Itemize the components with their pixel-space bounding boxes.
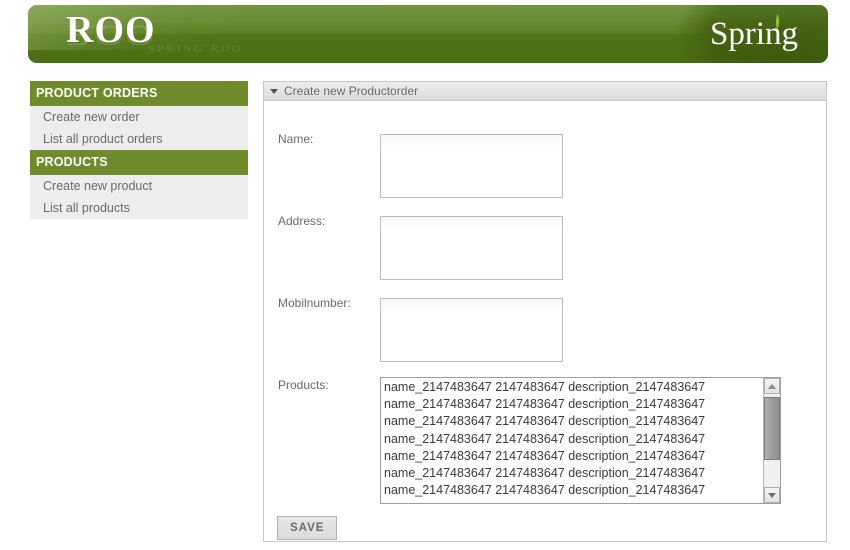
products-listbox[interactable]: name_2147483647 2147483647 description_2… [380,377,781,504]
products-scrollbar[interactable] [763,378,780,503]
list-item[interactable]: name_2147483647 2147483647 description_2… [384,465,763,482]
sidebar-section-product-orders-title: PRODUCT ORDERS [30,81,248,106]
panel-title: Create new Productorder [284,84,419,98]
list-item[interactable]: name_2147483647 2147483647 description_2… [384,482,763,499]
sidebar-item-create-new-order[interactable]: Create new order [30,106,248,128]
list-item[interactable]: name_2147483647 2147483647 description_2… [384,448,763,465]
sidebar-item-list-all-products[interactable]: List all products [30,197,248,219]
mobilnumber-input[interactable] [380,298,563,362]
name-field-label: Name: [278,132,314,146]
arrow-up-glyph [768,383,776,389]
list-item[interactable]: name_2147483647 2147483647 description_2… [384,396,763,413]
create-productorder-panel: Create new Productorder Name: Address: M… [263,81,827,542]
arrow-down-icon[interactable] [764,487,780,503]
sidebar-navigation: PRODUCT ORDERS Create new order List all… [30,81,248,219]
address-field-label: Address: [278,214,326,228]
app-logo: ROO [66,9,156,51]
scrollbar-thumb[interactable] [764,397,780,460]
triangle-down-icon[interactable] [270,88,278,94]
list-item[interactable]: name_2147483647 2147483647 description_2… [384,379,763,396]
sidebar-section-products-title: PRODUCTS [30,150,248,175]
name-input[interactable] [380,134,563,198]
sidebar-item-list-all-product-orders[interactable]: List all product orders [30,128,248,150]
panel-header[interactable]: Create new Productorder [264,82,826,101]
list-item[interactable]: name_2147483647 2147483647 description_2… [384,413,763,430]
sidebar-item-create-new-product[interactable]: Create new product [30,175,248,197]
save-button[interactable]: SAVE [277,516,338,540]
products-option-list[interactable]: name_2147483647 2147483647 description_2… [381,378,763,503]
arrow-down-glyph [768,492,776,498]
app-header-banner: ROO SPRING ROO ROO Spring [28,5,828,63]
arrow-up-icon[interactable] [764,378,780,394]
app-logo-subtext: SPRING ROO [148,43,244,55]
address-input[interactable] [380,216,563,280]
products-field-label: Products: [278,378,329,392]
spring-brand-logo: Spring [709,16,798,52]
list-item[interactable]: name_2147483647 2147483647 description_2… [384,431,763,448]
mobilnumber-field-label: Mobilnumber: [278,296,351,310]
